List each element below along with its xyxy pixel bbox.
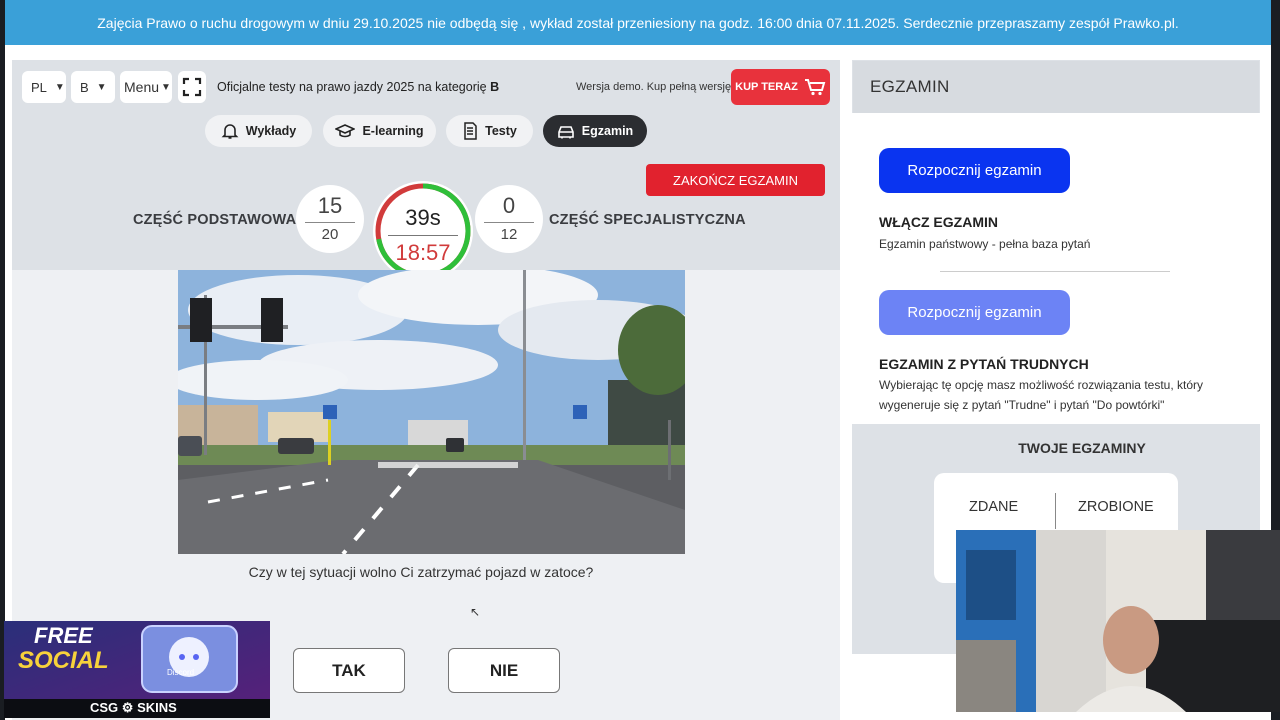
sidebar-title: EGZAMIN bbox=[853, 61, 1259, 113]
basic-part-counter: 15 20 bbox=[296, 185, 364, 253]
stats-divider bbox=[1055, 493, 1056, 529]
announcement-banner: Zajęcia Prawo o ruchu drogowym w dniu 29… bbox=[5, 0, 1271, 45]
question-text: Czy w tej sytuacji wolno Ci zatrzymać po… bbox=[248, 564, 594, 580]
tab-label: Egzamin bbox=[581, 124, 634, 138]
ad-line2: SOCIAL bbox=[18, 647, 109, 674]
specialist-done: 0 bbox=[502, 193, 516, 218]
exam-header: PL ▼ B ▼ Menu ▼ Oficjalne testy na prawo ja… bbox=[12, 60, 840, 281]
ad-brand-part2: SKINS bbox=[137, 700, 177, 715]
category-select[interactable]: B ▼ bbox=[71, 71, 115, 103]
description-text: Oficjalne testy na prawo jazdy 2025 na k… bbox=[217, 80, 487, 94]
passed-label: ZDANE bbox=[969, 499, 1019, 515]
section-text-full-exam: Egzamin państwowy - pełna baza pytań bbox=[879, 237, 1091, 251]
category-value: B bbox=[80, 79, 89, 95]
answer-no-button[interactable]: NIE bbox=[448, 648, 560, 693]
language-value: PL bbox=[31, 79, 47, 95]
start-hard-exam-button[interactable]: Rozpocznij egzamin bbox=[879, 290, 1070, 335]
chevron-down-icon: ▼ bbox=[54, 81, 65, 93]
timer-divider bbox=[388, 235, 458, 236]
demo-notice: Wersja demo. Kup pełną wersję. bbox=[576, 81, 735, 93]
section-title-full-exam: WŁĄCZ EGZAMIN bbox=[879, 214, 998, 230]
webcam-feed bbox=[956, 530, 1280, 712]
bell-icon bbox=[221, 124, 239, 139]
announcement-text: Zajęcia Prawo o ruchu drogowym w dniu 29… bbox=[97, 14, 1179, 31]
tab-label: Testy bbox=[485, 124, 517, 138]
description-category: B bbox=[490, 80, 500, 94]
webcam-overlay bbox=[956, 530, 1280, 712]
specialist-part-counter: 0 12 bbox=[475, 185, 543, 253]
sidebar-options: Rozpocznij egzamin WŁĄCZ EGZAMIN Egzamin… bbox=[852, 113, 1260, 424]
tab-wyklady[interactable]: Wykłady bbox=[205, 115, 312, 147]
start-exam-button[interactable]: Rozpocznij egzamin bbox=[879, 148, 1070, 193]
specialist-total: 12 bbox=[500, 226, 518, 243]
tab-label: E-learning bbox=[362, 124, 424, 138]
section-title-hard-exam: EGZAMIN Z PYTAŃ TRUDNYCH bbox=[879, 356, 1089, 372]
specialist-part-label: CZĘŚĆ SPECJALISTYCZNA bbox=[549, 212, 746, 228]
answer-yes-button[interactable]: TAK bbox=[293, 648, 405, 693]
ad-badge: Discord bbox=[167, 668, 195, 677]
ad-brand: CSG ⚙ SKINS bbox=[90, 700, 177, 716]
divider bbox=[940, 271, 1170, 272]
ad-brand-part1: CSG bbox=[90, 700, 119, 715]
tab-label: Wykłady bbox=[245, 124, 297, 138]
counter-divider bbox=[305, 222, 355, 223]
basic-done: 15 bbox=[317, 193, 343, 218]
section-text-hard-exam: Wybierając tę opcję masz możliwość rozwi… bbox=[879, 378, 1204, 412]
menu-label: Menu bbox=[124, 79, 160, 95]
road-scene-illustration bbox=[178, 270, 685, 554]
basic-total: 20 bbox=[321, 226, 339, 243]
timer-seconds: 39s bbox=[405, 205, 441, 230]
menu-select[interactable]: Menu ▼ bbox=[120, 71, 172, 103]
basic-part-label: CZĘŚĆ PODSTAWOWA bbox=[133, 212, 297, 228]
tab-e-learning[interactable]: E-learning bbox=[323, 115, 436, 147]
tab-testy[interactable]: Testy bbox=[446, 115, 533, 147]
chevron-down-icon: ▼ bbox=[96, 81, 107, 93]
fullscreen-icon bbox=[182, 77, 202, 97]
exam-timer: 39s 18:57 bbox=[371, 179, 475, 283]
timer-text: 39s 18:57 bbox=[371, 179, 475, 266]
timer-total: 18:57 bbox=[395, 240, 451, 265]
mouse-cursor-icon: ↖ bbox=[470, 605, 481, 619]
buy-label: KUP TERAZ bbox=[735, 81, 798, 93]
counter-divider bbox=[484, 222, 534, 223]
your-exams-title: TWOJE EGZAMINY bbox=[1018, 440, 1146, 456]
done-label: ZROBIONE bbox=[1078, 499, 1154, 515]
gear-icon: ⚙ bbox=[121, 700, 134, 715]
sponsor-ad-overlay: FREE SOCIAL Discord CSG ⚙ SKINS bbox=[4, 621, 270, 718]
chevron-down-icon: ▼ bbox=[161, 81, 171, 93]
document-icon bbox=[464, 122, 477, 140]
tab-egzamin[interactable]: Egzamin bbox=[543, 115, 647, 147]
cart-icon bbox=[804, 79, 826, 96]
fullscreen-button[interactable] bbox=[178, 71, 206, 103]
language-select[interactable]: PL ▼ bbox=[22, 71, 66, 103]
ad-line1: FREE bbox=[34, 623, 93, 648]
buy-now-button[interactable]: KUP TERAZ bbox=[731, 69, 830, 105]
graduation-cap-icon bbox=[335, 124, 356, 138]
question-image bbox=[178, 270, 685, 554]
car-icon bbox=[557, 126, 574, 139]
finish-exam-button[interactable]: ZAKOŃCZ EGZAMIN bbox=[646, 164, 825, 196]
page-description: Oficjalne testy na prawo jazdy 2025 na k… bbox=[217, 80, 499, 94]
